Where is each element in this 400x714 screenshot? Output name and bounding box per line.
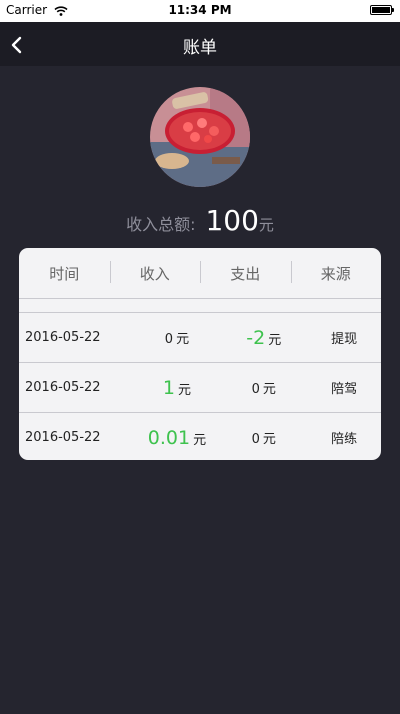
income-total: 收入总额: 100元 bbox=[0, 204, 400, 237]
header-income: 收入 bbox=[109, 260, 201, 284]
table-row[interactable]: 2016-05-22 0元 -2 元 提现 bbox=[19, 313, 381, 363]
expense-value: -2 bbox=[246, 326, 266, 349]
table-row[interactable]: 2016-05-22 0.01 元 0元 陪练 bbox=[19, 413, 381, 460]
header-source: 来源 bbox=[290, 260, 382, 284]
status-bar: Carrier 11:34 PM bbox=[0, 0, 400, 22]
row-income: 0元 bbox=[134, 328, 221, 347]
row-source: 陪驾 bbox=[331, 382, 358, 397]
expense-unit: 元 bbox=[262, 432, 276, 447]
row-income: 0.01 元 bbox=[134, 427, 221, 449]
income-value: 0.01 bbox=[147, 426, 191, 449]
battery-icon bbox=[370, 5, 394, 15]
screen: Carrier 11:34 PM 账单 收入总额: 100元 时间 收入 支出 … bbox=[0, 0, 400, 714]
bill-table: 时间 收入 支出 来源 2016-05-22 0元 -2 元 提现 2016-05… bbox=[19, 248, 381, 460]
expense-value: 0 bbox=[251, 382, 260, 397]
row-income: 1元 bbox=[134, 377, 221, 399]
total-label: 收入总额: bbox=[126, 215, 196, 234]
income-unit: 元 bbox=[176, 332, 190, 347]
table-row[interactable]: 2016-05-22 1元 0元 陪驾 bbox=[19, 363, 381, 413]
avatar bbox=[150, 87, 250, 187]
row-date: 2016-05-22 bbox=[25, 380, 101, 395]
page-title: 账单 bbox=[183, 38, 217, 58]
row-source: 提现 bbox=[331, 332, 358, 347]
row-expense: 0元 bbox=[220, 378, 307, 397]
status-time: 11:34 PM bbox=[168, 3, 232, 17]
total-value: 100 bbox=[205, 204, 259, 237]
row-expense: 0元 bbox=[220, 428, 307, 447]
total-unit: 元 bbox=[258, 216, 274, 234]
income-value: 0 bbox=[164, 332, 174, 347]
income-value: 1 bbox=[162, 376, 175, 399]
table-header: 时间 收入 支出 来源 bbox=[19, 248, 381, 299]
row-date: 2016-05-22 bbox=[25, 430, 101, 445]
header-expense: 支出 bbox=[200, 260, 291, 284]
row-source: 陪练 bbox=[331, 432, 358, 447]
income-unit: 元 bbox=[193, 432, 207, 448]
avatar-image bbox=[150, 87, 250, 187]
expense-value: 0 bbox=[251, 432, 260, 447]
header-time: 时间 bbox=[49, 264, 80, 283]
navigation-bar: 账单 bbox=[0, 22, 400, 66]
income-unit: 元 bbox=[177, 382, 191, 398]
row-expense: -2 元 bbox=[220, 327, 307, 349]
expense-unit: 元 bbox=[268, 332, 282, 348]
header-spacer bbox=[19, 299, 381, 313]
expense-unit: 元 bbox=[262, 382, 276, 397]
row-date: 2016-05-22 bbox=[25, 330, 101, 345]
